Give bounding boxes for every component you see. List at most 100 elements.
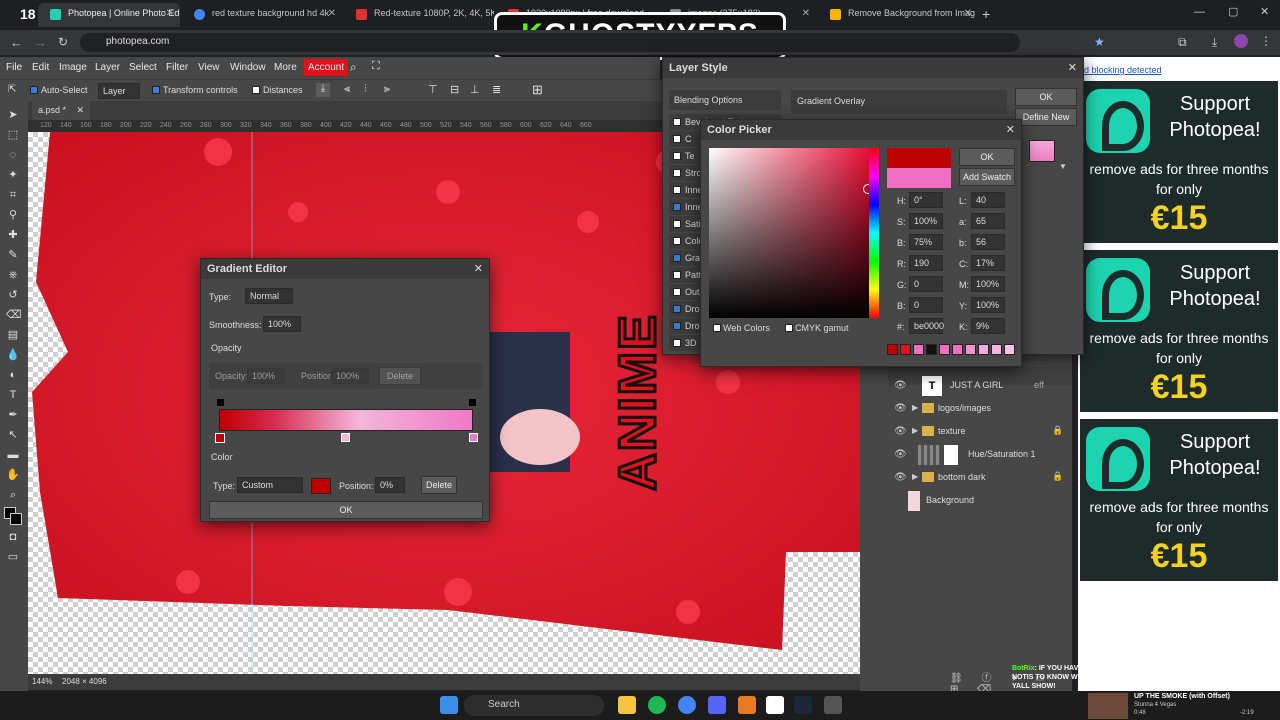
close-icon[interactable]: ✕ — [1006, 123, 1015, 136]
menu-file[interactable]: File — [6, 62, 22, 73]
menu-layer[interactable]: Layer — [95, 62, 120, 73]
style-checkbox[interactable] — [673, 322, 681, 330]
close-tab-icon[interactable]: ✕ — [802, 8, 810, 19]
layer-row[interactable]: 👁 T JUST A GIRL eff — [888, 375, 1072, 397]
bookmark-star-icon[interactable]: ★ — [1094, 35, 1105, 49]
fullscreen-icon[interactable]: ⛶ — [372, 60, 380, 73]
align-bottom-icon[interactable]: ⊥ — [470, 83, 480, 96]
grid-icon[interactable]: ⊞ — [532, 82, 543, 98]
zoom-tool-icon[interactable]: ⌕ — [6, 489, 20, 501]
style-checkbox[interactable] — [673, 169, 681, 177]
align-middle-icon[interactable]: ⊟ — [450, 83, 459, 96]
style-checkbox[interactable] — [673, 118, 681, 126]
color-stop-left[interactable] — [215, 433, 225, 443]
close-icon[interactable]: ✕ — [1068, 61, 1077, 74]
style-checkbox[interactable] — [673, 237, 681, 245]
search-icon[interactable]: ⌕ — [350, 60, 357, 75]
screen-mode-icon[interactable]: ▭ — [6, 551, 20, 563]
dodge-tool-icon[interactable]: ◐ — [6, 369, 20, 381]
distances-checkbox[interactable] — [252, 86, 260, 94]
magic-wand-icon[interactable]: ✦ — [6, 169, 20, 181]
saturation-brightness-field[interactable] — [709, 148, 879, 318]
type-tool-icon[interactable]: T — [6, 389, 20, 401]
close-icon[interactable]: ✕ — [474, 262, 483, 275]
path-select-icon[interactable]: ↖ — [6, 429, 20, 441]
blending-options-item[interactable]: Blending Options — [669, 90, 781, 110]
color-field-input[interactable]: 0 — [909, 297, 943, 313]
style-checkbox[interactable] — [673, 220, 681, 228]
color-swatch[interactable] — [913, 344, 924, 355]
background-color-swatch[interactable] — [10, 513, 22, 525]
layer-row[interactable]: 👁 ▶ logos/images — [888, 398, 1072, 420]
align-top-icon[interactable]: ⊤ — [428, 83, 438, 96]
brush-tool-icon[interactable]: ✎ — [6, 249, 20, 261]
tab-red-texture[interactable]: red texture background hd 4k ✕ — [182, 3, 342, 27]
add-swatch-button[interactable]: Add Swatch — [959, 168, 1015, 186]
color-field-input[interactable]: 0° — [909, 192, 943, 208]
gradient-preview-swatch[interactable] — [1029, 140, 1055, 162]
close-tab-icon[interactable]: ✕ — [328, 8, 336, 19]
opacity-stop-right[interactable] — [469, 399, 476, 406]
reload-icon[interactable]: ↻ — [58, 35, 68, 49]
menu-edit[interactable]: Edit — [32, 62, 49, 73]
shape-tool-icon[interactable]: ▬ — [6, 449, 20, 461]
steam-icon[interactable] — [794, 696, 812, 714]
layer-row[interactable]: 👁 ▶ texture 🔒 — [888, 421, 1072, 443]
color-field-input[interactable]: 56 — [971, 234, 1005, 250]
color-field-input[interactable]: 9% — [971, 318, 1005, 334]
lasso-tool-icon[interactable]: ◌ — [6, 149, 20, 161]
color-swatch[interactable] — [978, 344, 989, 355]
expand-arrow-icon[interactable]: ▶ — [912, 426, 918, 435]
color-stop-right[interactable] — [469, 433, 478, 442]
cmyk-gamut-checkbox[interactable] — [785, 324, 793, 332]
color-field-input[interactable]: 75% — [909, 234, 943, 250]
distribute-icon[interactable]: ≣ — [492, 83, 501, 96]
document-tab[interactable]: a.psd * ✕ — [32, 101, 91, 120]
align-left-icon[interactable]: ⫷ — [344, 83, 350, 96]
app-icon[interactable] — [824, 696, 842, 714]
support-photopea-ad[interactable]: Support Photopea! remove ads for three mo… — [1080, 81, 1278, 243]
layer-row[interactable]: 👁 ▶ bottom dark 🔒 — [888, 467, 1072, 489]
color-swatch[interactable] — [991, 344, 1002, 355]
color-swatch[interactable] — [926, 344, 937, 355]
back-icon[interactable]: ← — [10, 35, 23, 50]
forward-icon[interactable]: → — [34, 35, 47, 50]
tab-remove-background[interactable]: Remove Background from Imag ✕ — [818, 3, 978, 27]
stop-color-swatch[interactable] — [311, 478, 331, 494]
layer-row[interactable]: 👁 Hue/Saturation 1 — [888, 444, 1072, 466]
style-checkbox[interactable] — [673, 288, 681, 296]
zoom-level[interactable]: 144% — [32, 677, 52, 686]
browser-menu-icon[interactable]: ⋮ — [1260, 34, 1272, 48]
color-field-input[interactable]: 100% — [971, 297, 1005, 313]
color-swatch[interactable] — [952, 344, 963, 355]
gradient-tool-icon[interactable]: ▤ — [6, 329, 20, 341]
color-type-dropdown[interactable]: Custom — [237, 477, 303, 493]
style-checkbox[interactable] — [673, 254, 681, 262]
auto-select-checkbox[interactable] — [30, 86, 38, 94]
history-brush-icon[interactable]: ↺ — [6, 289, 20, 301]
minimize-icon[interactable]: — — [1194, 6, 1205, 18]
opacity-stop-left[interactable] — [217, 399, 224, 406]
visibility-eye-icon[interactable]: 👁 — [894, 472, 907, 483]
align-right-icon[interactable]: ⫸ — [384, 83, 390, 96]
taskbar-search[interactable]: Search — [464, 695, 604, 716]
visibility-eye-icon[interactable]: 👁 — [894, 380, 907, 391]
style-checkbox[interactable] — [673, 135, 681, 143]
opacity-delete-button[interactable]: Delete — [379, 367, 421, 385]
crop-tool-icon[interactable]: ⌗ — [6, 189, 20, 201]
menu-account[interactable]: Account — [304, 59, 349, 76]
app-icon[interactable] — [738, 696, 756, 714]
new-tab-icon[interactable]: + — [982, 6, 990, 22]
expand-arrow-icon[interactable]: ▶ — [912, 472, 918, 481]
hue-slider[interactable] — [869, 148, 879, 318]
close-tab-icon[interactable]: ✕ — [964, 8, 972, 19]
move-tool-icon[interactable]: ➤ — [6, 109, 20, 121]
color-field-input[interactable]: 40 — [971, 192, 1005, 208]
color-swatch[interactable] — [887, 344, 898, 355]
download-icon[interactable]: ⤓ — [1212, 35, 1217, 50]
discord-icon[interactable] — [708, 696, 726, 714]
spotify-icon[interactable] — [648, 696, 666, 714]
opacity-input[interactable]: 100% — [247, 368, 285, 384]
support-photopea-ad[interactable]: Support Photopea! remove ads for three mo… — [1080, 250, 1278, 412]
close-window-icon[interactable]: ✕ — [1260, 5, 1269, 18]
